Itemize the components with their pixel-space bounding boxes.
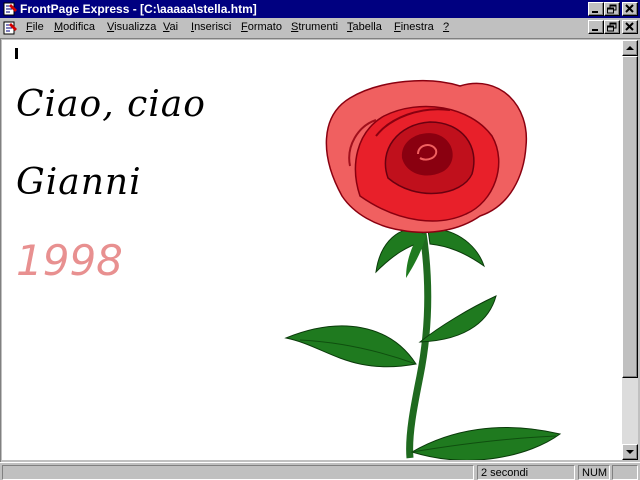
document-area[interactable]: Ciao, ciao Gianni 1998 xyxy=(2,40,622,460)
status-message xyxy=(2,465,474,480)
name-text[interactable]: Gianni xyxy=(16,162,142,203)
menu-item-visualizza[interactable]: Visualizza xyxy=(107,21,156,33)
text-caret xyxy=(15,48,18,59)
minimize-icon xyxy=(592,11,598,13)
rose-image[interactable] xyxy=(280,46,580,460)
load-time-status: 2 secondi xyxy=(477,465,575,480)
menu-item-help[interactable]: ? xyxy=(443,21,449,33)
vertical-scrollbar[interactable] xyxy=(622,40,638,460)
status-bar: 2 secondi NUM xyxy=(0,462,640,480)
menu-item-finestra[interactable]: Finestra xyxy=(394,21,434,33)
num-lock-indicator: NUM xyxy=(578,465,610,480)
menu-item-vai[interactable]: Vai xyxy=(163,21,178,33)
scroll-down-button[interactable] xyxy=(622,444,638,460)
menu-item-file[interactable]: File xyxy=(26,21,44,33)
scroll-down-icon xyxy=(626,450,634,454)
scroll-up-icon xyxy=(626,46,634,50)
scroll-up-button[interactable] xyxy=(622,40,638,56)
menu-item-modifica[interactable]: Modifica xyxy=(54,21,95,33)
restore-icon xyxy=(607,4,617,14)
close-icon xyxy=(625,22,634,31)
year-text[interactable]: 1998 xyxy=(16,236,123,285)
minimize-button[interactable] xyxy=(588,2,604,16)
document-icon[interactable] xyxy=(2,20,18,36)
restore-button[interactable] xyxy=(604,2,620,16)
close-button[interactable] xyxy=(622,2,638,16)
menu-item-tabella[interactable]: Tabella xyxy=(347,21,382,33)
window-title: FrontPage Express - [C:\aaaaa\stella.htm… xyxy=(20,2,257,16)
restore-icon xyxy=(607,22,617,32)
doc-close-button[interactable] xyxy=(622,20,638,34)
menu-item-strumenti[interactable]: Strumenti xyxy=(291,21,338,33)
menu-bar: File Modifica Visualizza Vai Inserisci Format… xyxy=(0,18,640,38)
doc-restore-button[interactable] xyxy=(604,20,620,34)
minimize-icon xyxy=(592,29,598,31)
scroll-thumb[interactable] xyxy=(622,56,638,378)
status-extra xyxy=(612,465,638,480)
greeting-text[interactable]: Ciao, ciao xyxy=(16,84,206,125)
menu-item-inserisci[interactable]: Inserisci xyxy=(191,21,231,33)
frontpage-app-icon[interactable] xyxy=(2,1,18,17)
close-icon xyxy=(625,4,634,13)
title-bar[interactable]: FrontPage Express - [C:\aaaaa\stella.htm… xyxy=(0,0,640,18)
doc-minimize-button[interactable] xyxy=(588,20,604,34)
menu-item-formato[interactable]: Formato xyxy=(241,21,282,33)
